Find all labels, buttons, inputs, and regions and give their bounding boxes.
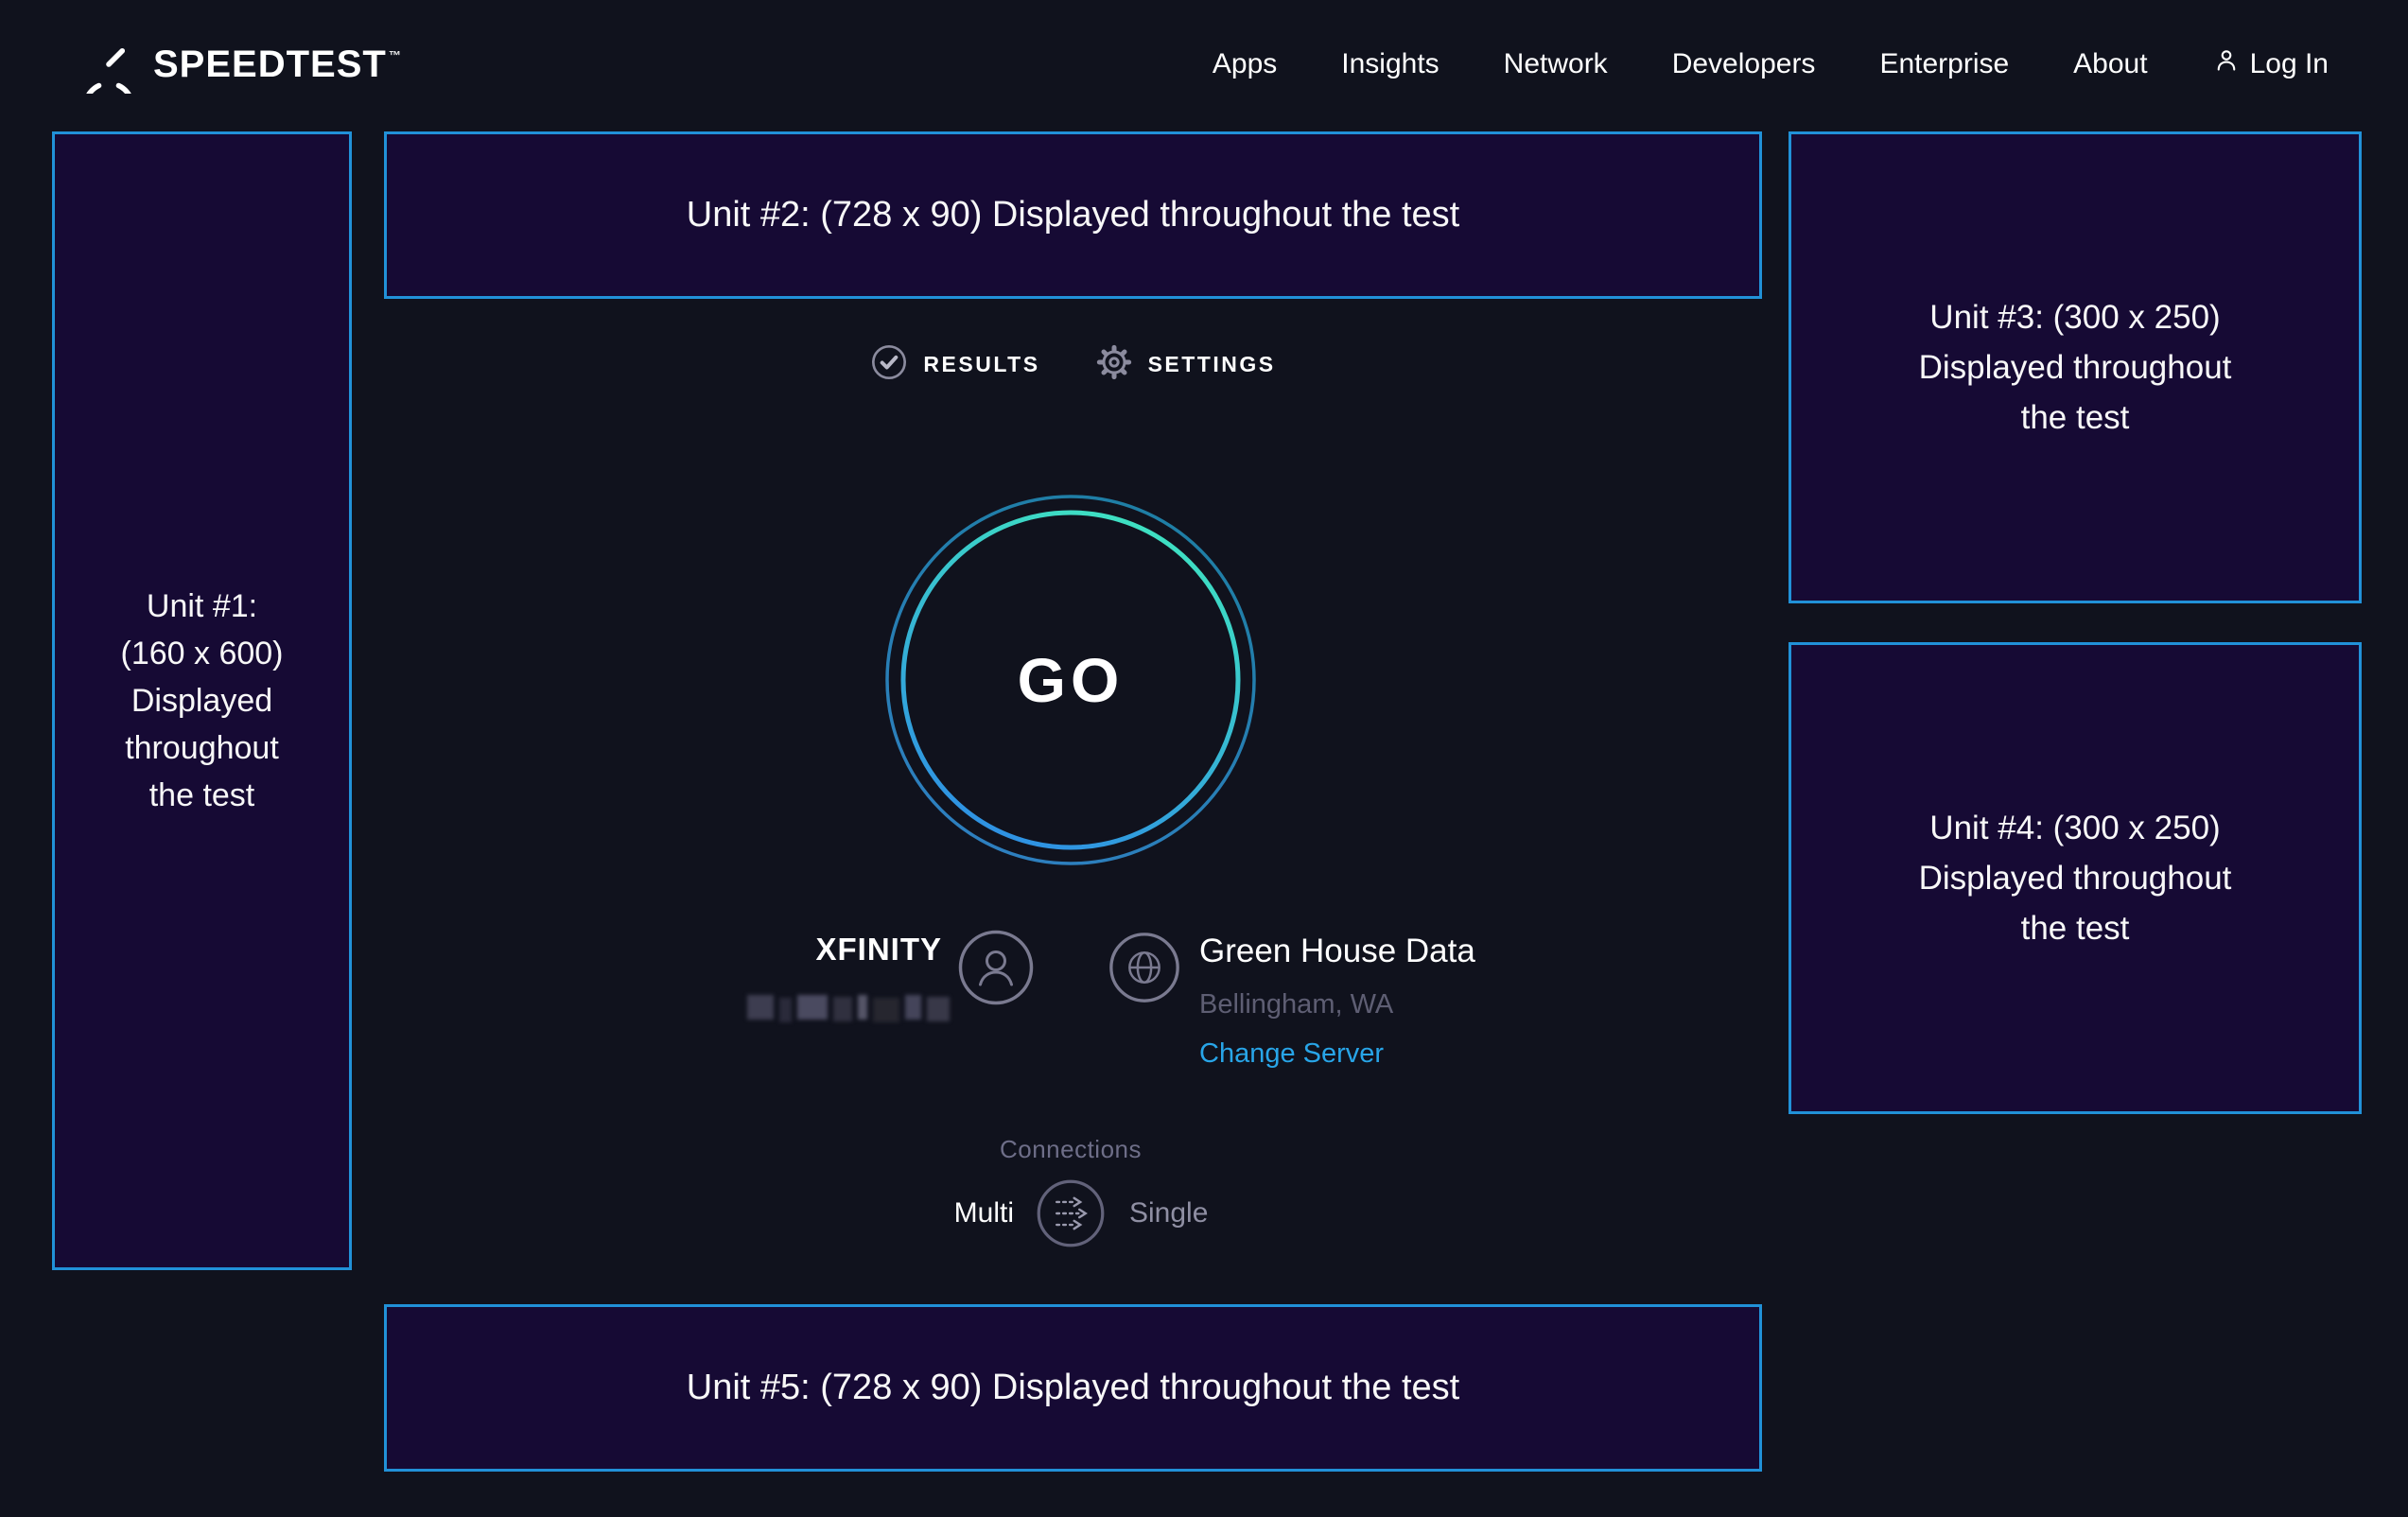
change-server-link[interactable]: Change Server: [1199, 1038, 1384, 1070]
tab-settings[interactable]: SETTINGS: [1095, 343, 1276, 386]
connections-single-label[interactable]: Single: [1129, 1197, 1208, 1229]
main-navigation: Apps Insights Network Developers Enterpr…: [1213, 46, 2329, 82]
go-button[interactable]: GO: [881, 491, 1260, 869]
nav-item-developers[interactable]: Developers: [1672, 48, 1816, 80]
connections-multi-label[interactable]: Multi: [825, 1197, 1014, 1229]
nav-item-apps[interactable]: Apps: [1213, 48, 1277, 80]
ad-unit-3-text: Unit #3: (300 x 250) Displayed throughou…: [1919, 292, 2232, 443]
gear-icon: [1095, 343, 1133, 386]
nav-item-insights[interactable]: Insights: [1341, 48, 1439, 80]
tab-results-label: RESULTS: [923, 352, 1039, 377]
login-button[interactable]: Log In: [2212, 46, 2329, 82]
ad-unit-4-text: Unit #4: (300 x 250) Displayed throughou…: [1919, 803, 2232, 953]
multi-connection-arrows-icon: [1036, 1178, 1106, 1248]
ad-unit-5-text: Unit #5: (728 x 90) Displayed throughout…: [687, 1368, 1459, 1408]
isp-user-circle-icon: [958, 930, 1034, 1010]
connections-toggle[interactable]: [1036, 1178, 1106, 1248]
speedtest-page: SPEEDTEST™ Apps Insights Network Develop…: [0, 0, 2408, 1517]
redacted-ip-address: [742, 995, 942, 1021]
check-circle-icon: [870, 343, 908, 386]
results-settings-tabs: RESULTS SETTINGS: [384, 339, 1762, 390]
ad-unit-1-skyscraper[interactable]: Unit #1: (160 x 600) Displayed throughou…: [52, 131, 352, 1270]
user-icon: [2212, 46, 2241, 82]
ad-unit-5-leaderboard[interactable]: Unit #5: (728 x 90) Displayed throughout…: [384, 1304, 1762, 1472]
brand-wordmark: SPEEDTEST™: [153, 44, 402, 86]
server-name: Green House Data: [1199, 933, 1475, 970]
nav-item-network[interactable]: Network: [1504, 48, 1608, 80]
ad-unit-2-text: Unit #2: (728 x 90) Displayed throughout…: [687, 195, 1459, 235]
tab-settings-label: SETTINGS: [1148, 352, 1276, 377]
connections-label: Connections: [857, 1135, 1284, 1164]
nav-item-enterprise[interactable]: Enterprise: [1879, 48, 2009, 80]
ad-unit-2-leaderboard[interactable]: Unit #2: (728 x 90) Displayed throughout…: [384, 131, 1762, 299]
ad-unit-1-text: Unit #1: (160 x 600) Displayed throughou…: [121, 583, 284, 819]
speedtest-logo[interactable]: SPEEDTEST™: [79, 35, 402, 94]
server-location: Bellingham, WA: [1199, 989, 1393, 1020]
isp-name[interactable]: XFINITY: [715, 932, 942, 968]
ad-unit-3-rectangle[interactable]: Unit #3: (300 x 250) Displayed throughou…: [1789, 131, 2362, 603]
top-nav-bar: SPEEDTEST™ Apps Insights Network Develop…: [0, 0, 2408, 129]
trademark-mark: ™: [389, 48, 402, 62]
go-button-label: GO: [881, 491, 1260, 869]
login-label: Log In: [2250, 48, 2329, 80]
ad-unit-4-rectangle[interactable]: Unit #4: (300 x 250) Displayed throughou…: [1789, 642, 2362, 1114]
nav-item-about[interactable]: About: [2073, 48, 2147, 80]
globe-circle-icon: [1108, 932, 1180, 1008]
tab-results[interactable]: RESULTS: [870, 343, 1039, 386]
speedometer-icon: [79, 35, 138, 94]
